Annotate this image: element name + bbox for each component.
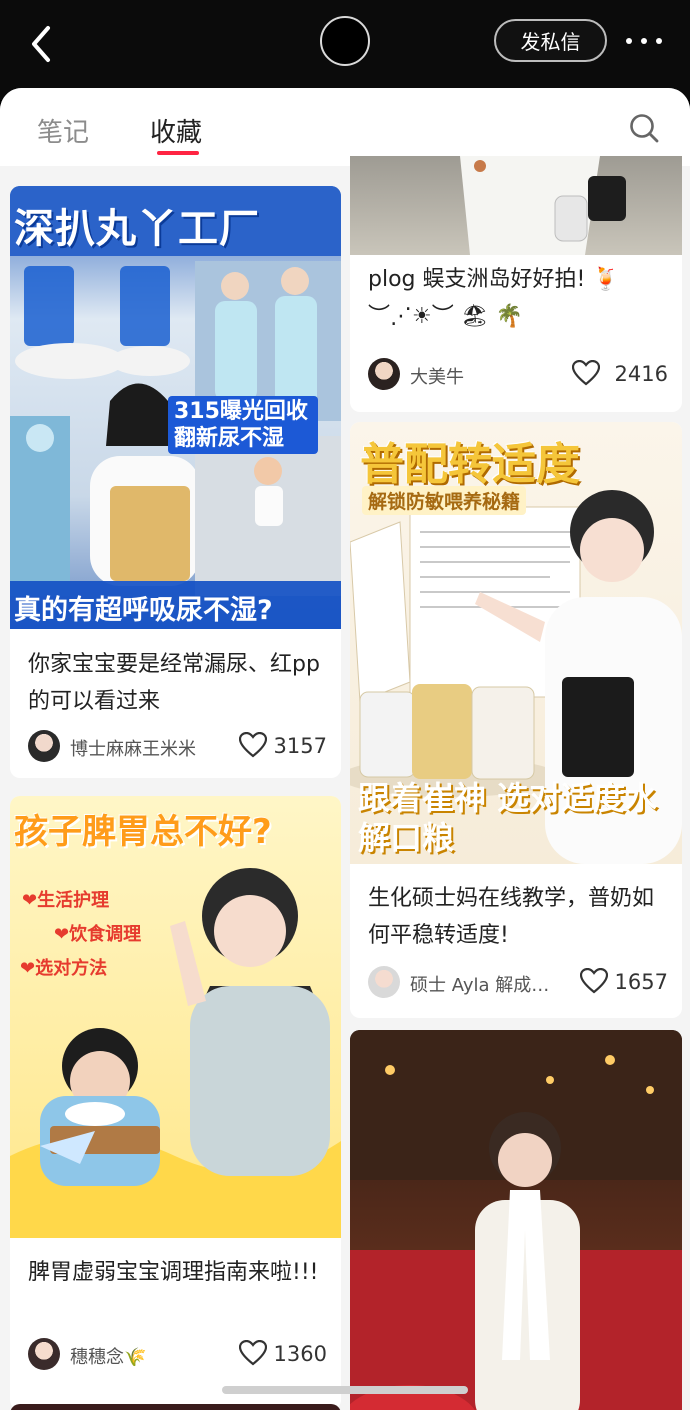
home-indicator[interactable]: [222, 1386, 468, 1394]
note-cover-image: 深扒丸丫工厂 315曝光回收翻新尿不湿 真的有超呼吸尿不湿?: [10, 186, 341, 629]
note-card[interactable]: 深扒丸丫工厂 315曝光回收翻新尿不湿 真的有超呼吸尿不湿? 你家宝宝要是经常漏…: [10, 186, 341, 778]
cover-illustration: [460, 156, 626, 255]
note-card[interactable]: [10, 1404, 341, 1410]
note-title: plog 蜈支洲岛好好拍! 🍹 ︶⋰☀︶ 🏖 🌴: [368, 267, 620, 329]
cover-footer-text: 跟着崔神 选对适度水解口粮: [358, 779, 658, 857]
note-card[interactable]: [350, 1030, 682, 1410]
active-tab-indicator: [157, 151, 199, 155]
tab-notes[interactable]: 笔记: [37, 112, 89, 149]
author-avatar[interactable]: [368, 358, 400, 390]
note-meta: 硕士 Ayla 解成… 1657: [368, 964, 668, 1000]
cover-illustration: [10, 868, 341, 1238]
like-heart-icon[interactable]: [580, 968, 608, 994]
like-count: 3157: [273, 734, 327, 758]
note-cover-image: [350, 1030, 682, 1410]
cover-bullet-text: 选对方法: [35, 958, 108, 979]
heart-bullet-icon: ❤: [54, 924, 70, 945]
like-count: 1657: [614, 970, 668, 994]
note-title: 脾胃虚弱宝宝调理指南来啦!!!: [28, 1260, 319, 1285]
author-avatar[interactable]: [368, 966, 400, 998]
note-cover-image: 普配转适度 解锁防敏喂养秘籍 跟着崔神 选对适度水解口粮: [350, 422, 682, 864]
cover-bullet: ❤饮食调理: [54, 920, 141, 946]
content-panel: 笔记 收藏 深扒丸丫工厂 315曝光回收翻新尿不湿 真的有超呼吸尿不湿? 你家宝…: [0, 88, 690, 1410]
cover-tagline: 解锁防敏喂养秘籍: [362, 486, 527, 515]
author-name[interactable]: 博士麻麻王米米: [70, 735, 196, 761]
author-avatar[interactable]: [28, 1338, 60, 1370]
note-title: 你家宝宝要是经常漏尿、红pp的可以看过来: [28, 652, 320, 714]
tab-bar: 笔记 收藏: [0, 88, 690, 166]
cover-footer-text: 真的有超呼吸尿不湿?: [14, 595, 273, 626]
cover-bullet-text: 饮食调理: [69, 924, 142, 945]
note-meta: 穗穗念🌾 1360: [28, 1336, 327, 1372]
author-avatar[interactable]: [28, 730, 60, 762]
note-card[interactable]: 普配转适度 解锁防敏喂养秘籍 跟着崔神 选对适度水解口粮 生化硕士妈在线教学，普…: [350, 422, 682, 1018]
note-meta: 大美牛 2416: [368, 356, 668, 392]
note-title: 生化硕士妈在线教学，普奶如何平稳转适度!: [368, 886, 655, 948]
search-icon[interactable]: [628, 112, 660, 144]
cover-bullet: ❤生活护理: [22, 886, 109, 912]
back-arrow-icon[interactable]: [22, 22, 62, 66]
top-bar: 发私信: [0, 0, 690, 100]
note-cover-image: [350, 156, 682, 255]
cover-tagline: 315曝光回收翻新尿不湿: [168, 396, 318, 454]
heart-bullet-icon: ❤: [20, 958, 36, 979]
more-options-icon[interactable]: [624, 38, 664, 46]
cover-illustration: [350, 1030, 682, 1410]
send-message-button[interactable]: 发私信: [494, 19, 607, 62]
like-count: 2416: [614, 362, 668, 386]
like-heart-icon[interactable]: [239, 1340, 267, 1366]
note-card[interactable]: plog 蜈支洲岛好好拍! 🍹 ︶⋰☀︶ 🏖 🌴 大美牛 2416: [350, 156, 682, 412]
author-name[interactable]: 穗穗念🌾: [70, 1343, 146, 1369]
heart-bullet-icon: ❤: [22, 890, 38, 911]
note-card[interactable]: 孩子脾胃总不好? ❤生活护理 ❤饮食调理 ❤选对方法 脾胃虚弱宝宝调理指南来啦!…: [10, 796, 341, 1410]
like-heart-icon[interactable]: [239, 732, 267, 758]
like-heart-icon[interactable]: [572, 360, 600, 386]
cover-headline: 深扒丸丫工厂: [14, 206, 260, 252]
tab-favorites[interactable]: 收藏: [150, 112, 202, 149]
cover-headline: 普配转适度: [360, 439, 580, 490]
note-cover-image: 孩子脾胃总不好? ❤生活护理 ❤饮食调理 ❤选对方法: [10, 796, 341, 1238]
cover-headline: 孩子脾胃总不好?: [14, 812, 272, 852]
author-name[interactable]: 硕士 Ayla 解成…: [410, 971, 549, 997]
cover-bullet: ❤选对方法: [20, 954, 107, 980]
profile-avatar[interactable]: [320, 16, 370, 66]
cover-bullet-text: 生活护理: [37, 890, 110, 911]
like-count: 1360: [273, 1342, 327, 1366]
author-name[interactable]: 大美牛: [410, 363, 464, 389]
note-meta: 博士麻麻王米米 3157: [28, 728, 327, 764]
